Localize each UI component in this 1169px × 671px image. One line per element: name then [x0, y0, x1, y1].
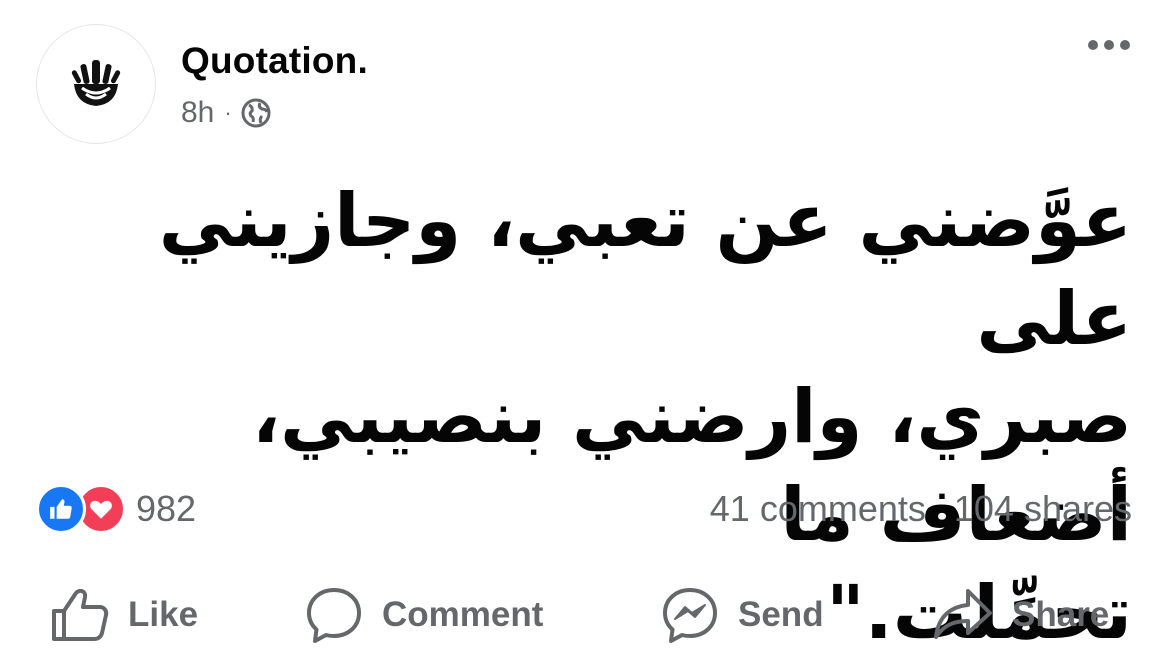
reactions-summary[interactable]: 982	[36, 484, 196, 534]
share-label: Share	[1012, 595, 1110, 634]
page-avatar[interactable]	[36, 24, 156, 144]
like-label: Like	[128, 595, 199, 634]
share-arrow-icon	[934, 589, 992, 639]
send-label: Send	[738, 595, 824, 634]
action-bar: Like Comment Send Share	[0, 580, 1169, 650]
post-card: Quotation. 8h · عوَّضني عن تعبي، وجازيني…	[0, 0, 1169, 671]
share-button[interactable]: Share	[932, 580, 1109, 650]
comment-bubble-icon	[307, 588, 361, 643]
engagement-counts: 41 comments 104 shares	[710, 488, 1132, 530]
post-meta: 8h ·	[181, 96, 272, 130]
comments-count[interactable]: 41 comments	[710, 488, 926, 530]
meta-separator: ·	[224, 100, 232, 125]
messenger-icon	[663, 588, 717, 643]
like-button[interactable]: Like	[50, 580, 198, 650]
post-header: Quotation. 8h ·	[36, 24, 1136, 144]
globe-icon[interactable]	[240, 97, 272, 129]
reaction-count: 982	[136, 488, 197, 529]
like-reaction-icon	[36, 484, 86, 534]
comment-button[interactable]: Comment	[304, 580, 543, 650]
post-time[interactable]: 8h	[181, 96, 214, 130]
more-options-icon[interactable]	[1088, 40, 1130, 50]
shares-count[interactable]: 104 shares	[954, 488, 1132, 530]
page-name[interactable]: Quotation.	[181, 40, 368, 82]
engagement-bar: 982 41 comments 104 shares	[36, 484, 1132, 536]
logo-icon	[71, 60, 121, 106]
send-button[interactable]: Send	[660, 580, 824, 650]
thumbs-up-icon	[52, 588, 109, 641]
post-text-line: عوَّضني عن تعبي، وجازيني على	[158, 178, 1132, 362]
comment-label: Comment	[382, 595, 544, 634]
